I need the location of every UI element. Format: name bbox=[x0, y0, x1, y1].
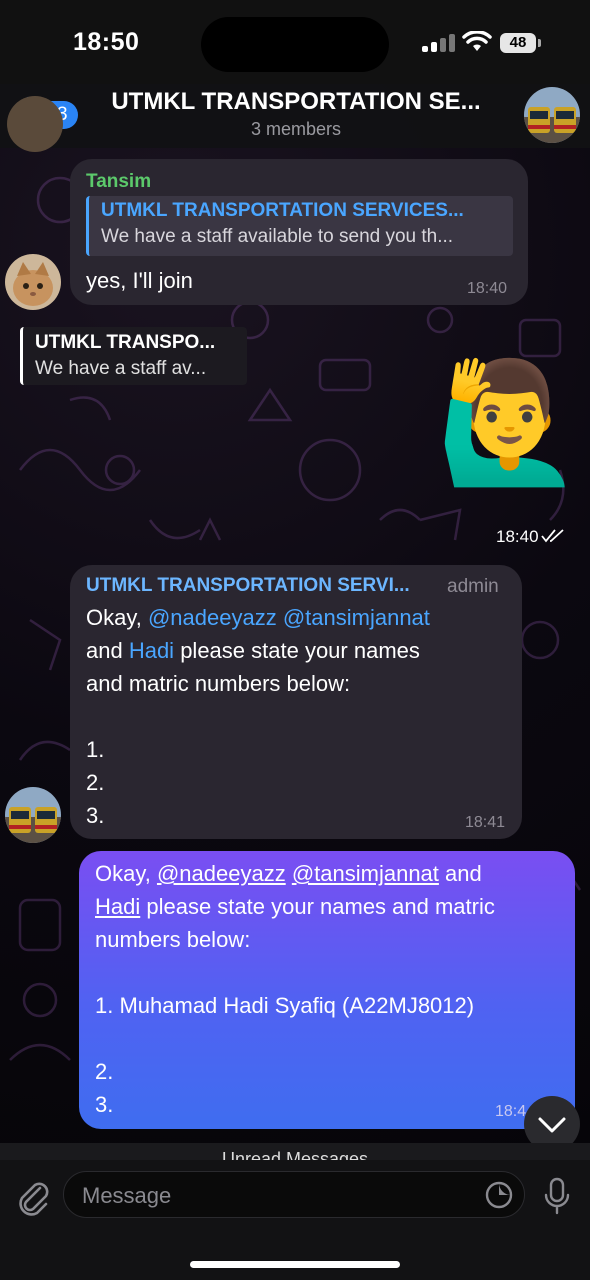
message-text: Okay, @nadeeyazz @tansimjannat and Hadi … bbox=[95, 857, 570, 1121]
text-line: numbers below: bbox=[95, 927, 251, 952]
text-fragment: Okay, bbox=[95, 861, 157, 886]
tansim-avatar[interactable] bbox=[5, 254, 61, 310]
mention-link[interactable]: Hadi bbox=[95, 894, 140, 919]
text-fragment: please state your names and matric bbox=[140, 894, 495, 919]
home-indicator[interactable] bbox=[190, 1261, 400, 1268]
chat-member-count: 3 members bbox=[250, 119, 342, 139]
reply-quote-text: We have a staff available to send you th… bbox=[101, 226, 454, 247]
group-avatar[interactable] bbox=[524, 87, 580, 143]
sticker-icon[interactable] bbox=[484, 1180, 514, 1210]
text-fragment: please state your names bbox=[174, 638, 420, 663]
paperclip-icon[interactable] bbox=[12, 1176, 52, 1216]
admin-avatar[interactable] bbox=[5, 787, 61, 843]
battery-tip bbox=[538, 39, 541, 47]
mention-link[interactable]: @nadeeyazz bbox=[148, 605, 277, 630]
microphone-icon[interactable] bbox=[542, 1176, 572, 1216]
read-checkmarks-icon bbox=[541, 529, 564, 543]
text-fragment: Okay, bbox=[86, 605, 148, 630]
emoji-message[interactable]: 🙋‍♂️ bbox=[436, 348, 583, 498]
message-time: 18:40 bbox=[496, 527, 539, 546]
mention-link[interactable]: @tansimjannat bbox=[283, 605, 430, 630]
message-bubble-incoming[interactable]: Tansim UTMKL TRANSPORTATION SERVICES... … bbox=[70, 159, 528, 305]
mention-link[interactable]: Hadi bbox=[129, 638, 174, 663]
reply-quote-title: UTMKL TRANSPORTATION SERVICES... bbox=[101, 200, 464, 221]
status-time: 18:50 bbox=[73, 28, 140, 56]
signal-icon bbox=[422, 34, 456, 52]
sender-name: Tansim bbox=[86, 171, 152, 192]
battery-icon: 48 bbox=[500, 33, 536, 53]
admin-role-label: admin bbox=[447, 576, 499, 597]
text-fragment: and bbox=[86, 638, 129, 663]
mention-link[interactable]: @tansimjannat bbox=[292, 861, 439, 886]
mention-link[interactable]: @nadeeyazz bbox=[157, 861, 286, 886]
message-time: 18:41 bbox=[465, 814, 506, 831]
list-item: 1. Muhamad Hadi Syafiq (A22MJ8012) bbox=[95, 993, 475, 1018]
message-text: Okay, @nadeeyazz @tansimjannat and Hadi … bbox=[86, 601, 516, 832]
message-bubble-incoming[interactable]: UTMKL TRANSPORTATION SERVI... admin Okay… bbox=[70, 565, 522, 839]
dynamic-island bbox=[201, 17, 389, 72]
telegram-chat-screen: 18:50 48 13 UTMKL TRANSPORTATION SE... 3… bbox=[0, 0, 590, 1280]
message-input[interactable]: Message bbox=[63, 1171, 525, 1218]
message-time: 18:40 bbox=[467, 280, 508, 297]
list-item: 1. bbox=[86, 737, 105, 762]
sender-name: UTMKL TRANSPORTATION SERVI... bbox=[86, 575, 410, 596]
chat-title[interactable]: UTMKL TRANSPORTATION SE... bbox=[96, 88, 496, 116]
message-time: 18:4 bbox=[495, 1103, 527, 1120]
text-line: and matric numbers below: bbox=[86, 671, 351, 696]
reply-preview-text: We have a staff av... bbox=[35, 358, 207, 379]
wifi-icon bbox=[462, 31, 492, 51]
user-avatar-partial[interactable] bbox=[7, 96, 63, 152]
list-item: 2. bbox=[86, 770, 105, 795]
reply-preview-title: UTMKL TRANSPO... bbox=[35, 332, 216, 353]
reply-quote[interactable]: UTMKL TRANSPORTATION SERVICES... We have… bbox=[86, 196, 513, 256]
reply-preview-chip[interactable]: UTMKL TRANSPO... We have a staff av... bbox=[20, 327, 247, 385]
message-text: yes, I'll join bbox=[86, 268, 193, 293]
text-fragment: and bbox=[438, 861, 482, 886]
list-item: 3. bbox=[86, 803, 105, 828]
list-item: 2. bbox=[95, 1059, 114, 1084]
message-bubble-outgoing[interactable]: Okay, @nadeeyazz @tansimjannat and Hadi … bbox=[79, 851, 575, 1129]
